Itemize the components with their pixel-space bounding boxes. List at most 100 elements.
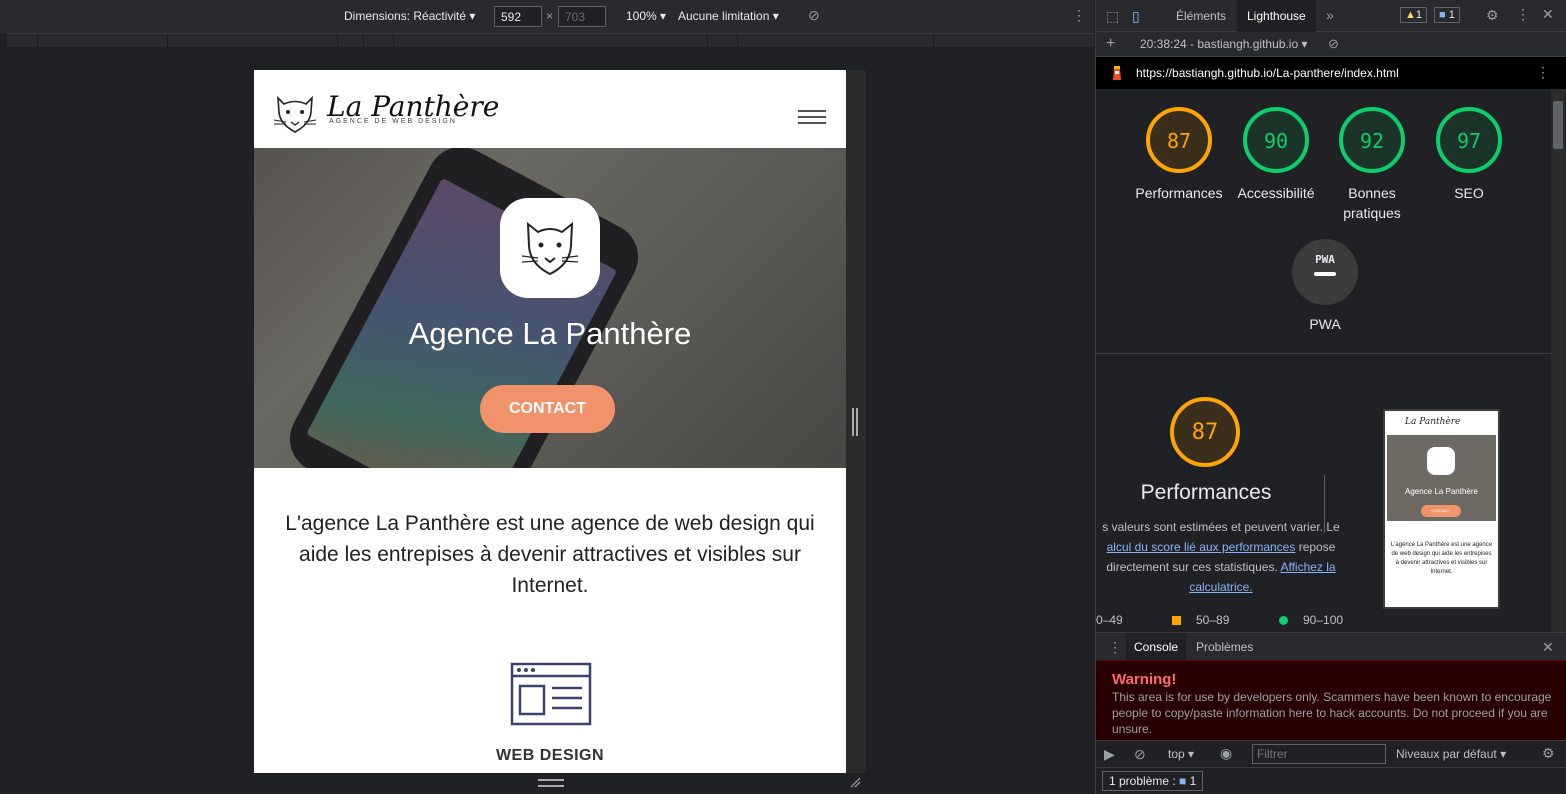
- warnings-count: 1: [1415, 9, 1423, 21]
- tab-console[interactable]: Console: [1126, 633, 1187, 661]
- console-status-bar: 1 problème : ■ 1: [1096, 767, 1566, 794]
- thumb-contact: CONTACT: [1421, 505, 1461, 517]
- brand-tagline: AGENCE DE WEB DESIGN: [329, 118, 457, 125]
- warnings-badge[interactable]: ▲1: [1400, 7, 1428, 23]
- sidebar-toggle-icon[interactable]: ▶: [1104, 746, 1115, 763]
- emulated-page: La Panthère AGENCE DE WEB DESIGN Agence …: [254, 70, 846, 773]
- thumb-title: Agence La Panthère: [1405, 487, 1478, 496]
- kebab-menu-icon[interactable]: ⋮: [1516, 6, 1530, 23]
- device-toolbar: Dimensions: Réactivité ▾ 592 × 703 100% …: [0, 0, 1094, 33]
- messages-badge[interactable]: ■ 1: [1434, 7, 1460, 23]
- messages-count: 1: [1448, 9, 1455, 21]
- tab-lighthouse[interactable]: Lighthouse: [1237, 0, 1316, 32]
- legend-fail: 0–49: [1096, 613, 1123, 627]
- intro-text: L'agence La Panthère est une agence de w…: [285, 512, 815, 597]
- devtools-tabbar: ⬚ ▯ Éléments Lighthouse » ▲1 ■ 1 ⚙ ⋮ ✕: [1096, 0, 1566, 32]
- report-selector[interactable]: 20:38:24 - bastiangh.github.io ▾: [1140, 37, 1307, 51]
- height-input[interactable]: 703: [558, 6, 606, 27]
- devtools-panel: ⬚ ▯ Éléments Lighthouse » ▲1 ■ 1 ⚙ ⋮ ✕ +…: [1095, 0, 1566, 794]
- pwa-badge: PWA: [1292, 239, 1358, 305]
- issues-button[interactable]: 1 problème : ■ 1: [1102, 771, 1204, 791]
- legend-average-icon: [1172, 616, 1181, 625]
- hero-section: Agence La Panthère CONTACT: [254, 148, 846, 468]
- score-label-2: Bonnes pratiques: [1343, 185, 1401, 221]
- score-gauge-0[interactable]: 87: [1146, 107, 1212, 173]
- resize-handle-bottom[interactable]: [538, 779, 564, 787]
- lighthouse-url-bar: https://bastiangh.github.io/La-panthere/…: [1096, 57, 1566, 89]
- warning-title: Warning!: [1112, 671, 1177, 688]
- report-selector-label: 20:38:24 - bastiangh.github.io: [1140, 37, 1299, 51]
- console-warning: Warning! This area is for use by develop…: [1096, 660, 1566, 740]
- score-gauge-3[interactable]: 97: [1436, 107, 1502, 173]
- times-icon: ×: [546, 9, 554, 23]
- thumb-brand: La Panthère: [1405, 417, 1461, 427]
- more-options-icon[interactable]: ⋮: [1072, 7, 1086, 24]
- web-design-icon: [510, 662, 592, 726]
- lighthouse-toolbar: + 20:38:24 - bastiangh.github.io ▾ ⊘: [1096, 32, 1566, 57]
- score-calculation-link[interactable]: alcul du score lié aux performances: [1107, 540, 1296, 554]
- hero-panther-icon: [500, 198, 600, 298]
- calculator-link[interactable]: Affichez la: [1280, 560, 1335, 574]
- score-label-1: Accessibilité: [1237, 185, 1315, 201]
- zoom-value: 100%: [626, 9, 657, 23]
- resize-corner-icon[interactable]: [849, 776, 861, 788]
- console-settings-icon[interactable]: ⚙: [1542, 745, 1555, 762]
- dimensions-label: Dimensions: Réactivité: [344, 9, 467, 23]
- issues-icon: ■: [1179, 774, 1187, 788]
- issues-count: 1: [1189, 774, 1197, 788]
- site-header: La Panthère AGENCE DE WEB DESIGN: [254, 70, 846, 148]
- lighthouse-logo-icon: [1113, 66, 1121, 80]
- drawer-tabbar: ⋮ Console Problèmes ✕: [1096, 632, 1566, 661]
- pwa-badge-text: PWA: [1315, 253, 1335, 266]
- dimensions-dropdown[interactable]: Dimensions: Réactivité ▾: [344, 9, 475, 23]
- inspect-element-icon[interactable]: ⬚: [1106, 8, 1119, 25]
- issues-label: 1 problème :: [1109, 774, 1176, 788]
- divider: [1096, 353, 1551, 354]
- media-query-ruler[interactable]: [7, 33, 1094, 48]
- hamburger-menu-icon[interactable]: [798, 110, 826, 126]
- more-tabs-icon[interactable]: »: [1326, 7, 1334, 23]
- console-filter-input[interactable]: [1252, 744, 1386, 764]
- warning-text: This area is for use by developers only.…: [1112, 690, 1552, 736]
- score-label-3: SEO: [1454, 185, 1484, 201]
- score-label-0: Performances: [1135, 185, 1223, 201]
- close-devtools-icon[interactable]: ✕: [1542, 6, 1554, 23]
- context-selector[interactable]: top ▾: [1168, 747, 1194, 761]
- legend-average: 50–89: [1196, 613, 1230, 627]
- clear-console-icon[interactable]: ⊘: [1134, 746, 1146, 763]
- drawer-menu-icon[interactable]: ⋮: [1108, 639, 1122, 656]
- device-toggle-icon[interactable]: ▯: [1132, 8, 1140, 25]
- performance-score-gauge[interactable]: 87: [1170, 397, 1240, 467]
- zoom-dropdown[interactable]: 100% ▾: [626, 9, 666, 23]
- contact-button[interactable]: CONTACT: [480, 385, 615, 433]
- settings-icon[interactable]: ⚙: [1486, 7, 1499, 24]
- rotate-icon[interactable]: ⊘: [808, 7, 820, 24]
- clear-reports-icon[interactable]: ⊘: [1328, 36, 1339, 52]
- report-scrollbar[interactable]: [1551, 89, 1565, 632]
- page-thumbnail[interactable]: La Panthère Agence La Panthère CONTACT L…: [1383, 409, 1500, 609]
- performance-title: Performances: [1140, 481, 1272, 504]
- calculator-link-2[interactable]: calculatrice.: [1189, 580, 1252, 594]
- throttle-value: Aucune limitation: [678, 9, 770, 23]
- hero-title: Agence La Panthère: [408, 316, 692, 351]
- new-report-icon[interactable]: +: [1106, 35, 1115, 53]
- tab-problems[interactable]: Problèmes: [1196, 633, 1253, 661]
- tab-elements[interactable]: Éléments: [1166, 0, 1236, 32]
- close-drawer-icon[interactable]: ✕: [1542, 639, 1554, 656]
- message-icon: ■: [1439, 9, 1446, 21]
- lighthouse-report: 87 Performances 90 Accessibilité 92 Bonnes pr…: [1096, 89, 1566, 632]
- report-menu-icon[interactable]: ⋮: [1536, 64, 1550, 81]
- panther-logo-icon: [273, 95, 317, 133]
- console-toolbar: ▶ ⊘ top ▾ ◉ Niveaux par défaut ▾ ⚙: [1096, 740, 1566, 767]
- context-label: top: [1168, 747, 1185, 761]
- thumb-text: L'agence La Panthère est une agence de w…: [1390, 542, 1493, 575]
- log-levels-dropdown[interactable]: Niveaux par défaut ▾: [1396, 747, 1506, 761]
- live-expression-eye-icon[interactable]: ◉: [1220, 745, 1232, 762]
- score-gauge-1[interactable]: 90: [1243, 107, 1309, 173]
- resize-handle-right[interactable]: [852, 408, 858, 436]
- warning-icon: ▲: [1405, 9, 1416, 21]
- report-url[interactable]: https://bastiangh.github.io/La-panthere/…: [1136, 66, 1399, 80]
- throttle-dropdown[interactable]: Aucune limitation ▾: [678, 9, 779, 23]
- score-gauge-2[interactable]: 92: [1339, 107, 1405, 173]
- width-input[interactable]: 592: [494, 6, 542, 27]
